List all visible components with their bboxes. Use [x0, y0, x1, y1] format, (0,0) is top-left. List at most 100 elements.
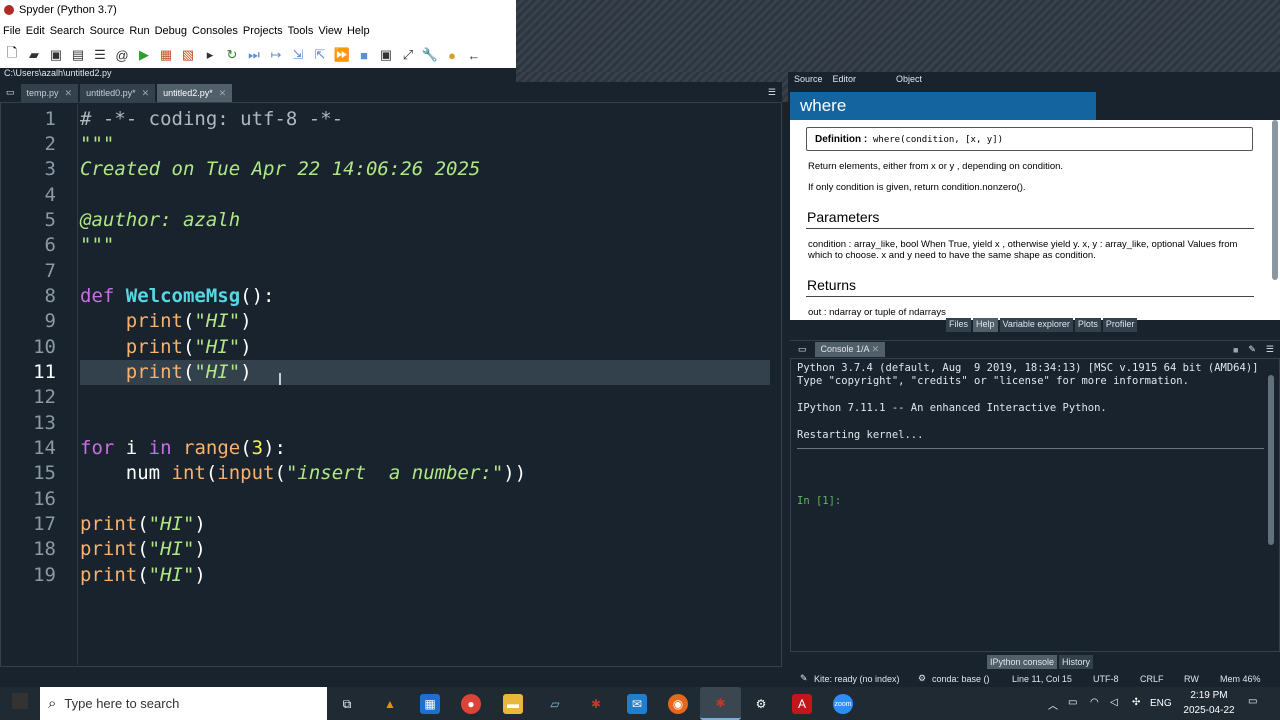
language-indicator[interactable]: ENG — [1150, 698, 1172, 709]
continue-icon[interactable]: ⏩ — [334, 47, 350, 63]
notifications-icon[interactable]: ▭ — [1248, 696, 1257, 707]
options-menu-icon[interactable]: ☰ — [1266, 344, 1274, 355]
file-explorer-icon[interactable]: ▬ — [503, 694, 523, 714]
code-line-19: print("HI") — [80, 564, 206, 586]
step-into-icon[interactable]: ⇲ — [290, 47, 306, 63]
network-icon[interactable]: ✣ — [1132, 697, 1140, 708]
console-tab-label: Console 1/A — [820, 344, 870, 354]
line-number: 7 — [44, 260, 56, 282]
help-scrollbar[interactable] — [1272, 120, 1278, 280]
battery-icon[interactable]: ▭ — [1068, 697, 1077, 708]
code-line-1: # -*- coding: utf-8 -*- — [80, 108, 344, 130]
settings-gear-icon[interactable]: ⚙ — [751, 694, 771, 714]
run-selection-icon[interactable]: ▸ — [202, 47, 218, 63]
debug-icon[interactable]: ⏭ — [246, 47, 262, 63]
acrobat-icon[interactable]: A — [792, 694, 812, 714]
vlc-icon[interactable]: ▲ — [380, 694, 400, 714]
tab-untitled2-py[interactable]: untitled2.py* ✕ — [157, 84, 233, 102]
stop-icon[interactable]: ■ — [356, 47, 372, 63]
tab-temp-py[interactable]: temp.py ✕ — [20, 84, 79, 102]
run-icon[interactable]: ▶ — [136, 47, 152, 63]
menu-source[interactable]: Source — [90, 25, 125, 37]
tab-help[interactable]: Help — [973, 318, 998, 332]
browse-tabs-icon[interactable]: ▭ — [790, 344, 815, 355]
wifi-icon[interactable]: ◠ — [1090, 697, 1099, 708]
search-placeholder: Type here to search — [64, 696, 180, 711]
rw-mode: RW — [1184, 673, 1199, 684]
firefox-icon[interactable]: ◉ — [668, 694, 688, 714]
divider — [806, 228, 1254, 229]
options-menu-icon[interactable]: ☰ — [768, 87, 782, 102]
menu-tools[interactable]: Tools — [288, 25, 314, 37]
fullscreen-icon[interactable]: ⤢ — [400, 47, 416, 63]
volume-icon[interactable]: ◁ — [1110, 697, 1118, 708]
run-cell-advance-icon[interactable]: ▧ — [180, 47, 196, 63]
chrome-icon[interactable]: ● — [461, 694, 481, 714]
line-number: 15 — [33, 462, 56, 484]
help-paragraph: If only condition is given, return condi… — [808, 182, 1026, 193]
clock-date[interactable]: 2025-04-22 — [1177, 705, 1241, 716]
clear-console-icon[interactable]: ✎ — [1248, 344, 1256, 355]
tab-profiler[interactable]: Profiler — [1102, 318, 1138, 332]
browse-tabs-icon[interactable]: ▭ — [0, 87, 21, 102]
step-icon[interactable]: ↦ — [268, 47, 284, 63]
menu-debug[interactable]: Debug — [155, 25, 187, 37]
console-scrollbar[interactable] — [1268, 375, 1274, 545]
menu-projects[interactable]: Projects — [243, 25, 283, 37]
help-paragraph: out : ndarray or tuple of ndarrays — [808, 307, 946, 318]
close-icon[interactable]: ✕ — [142, 88, 150, 99]
line-number: 6 — [44, 234, 56, 256]
console-pane-tabs: IPython console History — [987, 655, 1094, 669]
line-number: 16 — [33, 488, 56, 510]
close-icon[interactable]: ✕ — [219, 88, 227, 99]
menu-consoles[interactable]: Consoles — [192, 25, 238, 37]
main-toolbar: 🗋 ▰ ▣ ▤ ☰ @ ▶ ▦ ▧ ▸ ↻ ⏭ ↦ ⇲ ⇱ ⏩ ■ ▣ ⤢ 🔧 … — [0, 42, 516, 68]
new-file-icon[interactable]: 🗋 — [4, 45, 20, 63]
notepad-icon[interactable]: ▱ — [545, 694, 565, 714]
tab-history[interactable]: History — [1059, 655, 1094, 669]
tab-variable-explorer[interactable]: Variable explorer — [999, 318, 1073, 332]
help-source-select[interactable]: Editor — [833, 74, 857, 84]
taskbar-search[interactable]: ⌕ Type here to search — [40, 687, 327, 720]
menu-run[interactable]: Run — [129, 25, 149, 37]
maximize-pane-icon[interactable]: ▣ — [378, 47, 394, 63]
console-tab-bar: ▭ Console 1/A ✕ ■ ✎ ☰ — [790, 340, 1280, 358]
rerun-icon[interactable]: ↻ — [224, 47, 240, 63]
stop-kernel-icon[interactable]: ■ — [1233, 345, 1238, 355]
help-paragraph: Return elements, either from x or y , de… — [808, 161, 1064, 172]
open-folder-icon[interactable]: ▰ — [26, 47, 42, 63]
menu-edit[interactable]: Edit — [26, 25, 45, 37]
tab-ipython-console[interactable]: IPython console — [987, 655, 1058, 669]
at-icon[interactable]: @ — [114, 47, 130, 63]
save-all-icon[interactable]: ▤ — [70, 47, 86, 63]
tab-console-1a[interactable]: Console 1/A ✕ — [814, 342, 886, 357]
spyder-logo-icon — [4, 5, 14, 15]
code-line-15: num int(input("insert a number:")) — [80, 462, 527, 484]
chevron-up-icon[interactable]: ︿ — [1048, 697, 1058, 712]
mail-icon[interactable]: ✉ — [627, 694, 647, 714]
list-icon[interactable]: ☰ — [92, 47, 108, 63]
menu-view[interactable]: View — [318, 25, 342, 37]
tab-plots[interactable]: Plots — [1074, 318, 1101, 332]
python-path-icon[interactable]: ● — [444, 47, 460, 63]
save-icon[interactable]: ▣ — [48, 47, 64, 63]
spyder-app-icon[interactable]: ✱ — [586, 694, 606, 714]
step-return-icon[interactable]: ⇱ — [312, 47, 328, 63]
tab-untitled0-py[interactable]: untitled0.py* ✕ — [80, 84, 156, 102]
start-icon[interactable] — [12, 693, 28, 709]
tab-files[interactable]: Files — [946, 318, 972, 332]
menu-help[interactable]: Help — [347, 25, 370, 37]
menu-search[interactable]: Search — [50, 25, 85, 37]
preferences-icon[interactable]: 🔧 — [422, 47, 438, 63]
menu-file[interactable]: File — [3, 25, 21, 37]
spyder-active-icon[interactable]: ✱ — [700, 687, 741, 720]
store-icon[interactable]: ▦ — [420, 694, 440, 714]
clock-time[interactable]: 2:19 PM — [1184, 690, 1234, 701]
run-cell-icon[interactable]: ▦ — [158, 47, 174, 63]
close-icon[interactable]: ✕ — [872, 344, 880, 354]
task-view-icon[interactable]: ⧉ — [337, 694, 357, 714]
line-number: 12 — [33, 386, 56, 408]
back-arrow-icon[interactable]: ← — [466, 47, 482, 63]
close-icon[interactable]: ✕ — [65, 88, 73, 99]
zoom-icon[interactable]: zoom — [833, 694, 853, 714]
